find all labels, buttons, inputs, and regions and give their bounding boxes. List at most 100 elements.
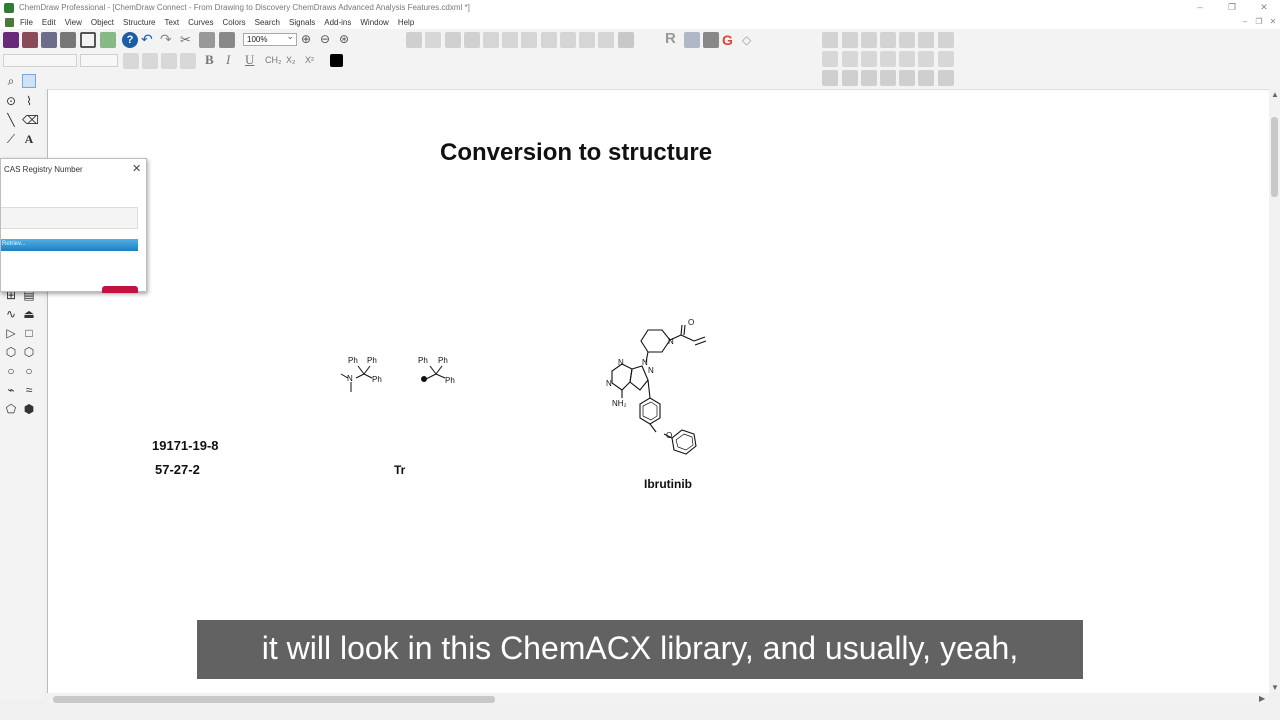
italic-button[interactable]: I bbox=[226, 52, 230, 68]
doc-restore-button[interactable]: ❐ bbox=[1252, 15, 1266, 28]
analysis-icon-7[interactable] bbox=[618, 32, 634, 48]
align-center-icon[interactable] bbox=[142, 53, 158, 69]
menu-help[interactable]: Help bbox=[398, 18, 414, 27]
new-document-icon[interactable] bbox=[3, 32, 19, 48]
close-window-button[interactable]: ✕ bbox=[1248, 0, 1280, 15]
menu-file[interactable]: File bbox=[20, 18, 33, 27]
print-icon[interactable] bbox=[60, 32, 76, 48]
zoom-select[interactable]: 100% bbox=[243, 31, 297, 46]
arrange-icon-7[interactable] bbox=[938, 32, 954, 48]
subscript-button[interactable]: X₂ bbox=[286, 55, 296, 65]
paste-icon[interactable] bbox=[219, 32, 235, 48]
formula-button[interactable]: CH₂ bbox=[265, 55, 282, 65]
r-icon[interactable]: R bbox=[665, 31, 681, 47]
menu-signals[interactable]: Signals bbox=[289, 18, 315, 27]
align-icon-7[interactable] bbox=[938, 51, 954, 67]
edit-icon[interactable] bbox=[80, 32, 96, 48]
stamp-tool-icon[interactable]: ⏏ bbox=[22, 307, 36, 321]
analysis-icon-6[interactable] bbox=[598, 32, 614, 48]
cas-number-1[interactable]: 19171-19-8 bbox=[152, 438, 219, 453]
cyclohexane-tool-icon[interactable]: ○ bbox=[22, 364, 36, 378]
menu-add-ins[interactable]: Add-ins bbox=[324, 18, 351, 27]
justify-icon[interactable] bbox=[180, 53, 196, 69]
cas-number-2[interactable]: 57-27-2 bbox=[155, 462, 200, 477]
redo-icon[interactable]: ↷ bbox=[160, 32, 176, 48]
align-right-icon[interactable] bbox=[161, 53, 177, 69]
arrange-icon-4[interactable] bbox=[880, 32, 896, 48]
save-icon[interactable] bbox=[41, 32, 57, 48]
zoom-out-icon[interactable]: ⊖ bbox=[320, 32, 336, 48]
marquee-icon[interactable] bbox=[22, 74, 36, 88]
align-icon-2[interactable] bbox=[842, 51, 858, 67]
hexagon-tool-icon[interactable]: ⬡ bbox=[4, 345, 18, 359]
menu-view[interactable]: View bbox=[65, 18, 82, 27]
ibrutinib-structure[interactable]: O N N N N N O NH₂ bbox=[604, 314, 716, 470]
underline-button[interactable]: U bbox=[245, 52, 254, 68]
struct-search-icon[interactable] bbox=[425, 32, 441, 48]
google-icon[interactable]: G bbox=[722, 32, 738, 48]
ibrutinib-label[interactable]: Ibrutinib bbox=[644, 477, 692, 491]
chair2-tool-icon[interactable]: ≈ bbox=[22, 383, 36, 397]
arrange-icon-6[interactable] bbox=[918, 32, 934, 48]
pentagon-tool-icon[interactable]: ⬠ bbox=[4, 402, 18, 416]
distribute-icon-2[interactable] bbox=[842, 70, 858, 86]
h-nmr-icon[interactable] bbox=[445, 32, 461, 48]
maximize-button[interactable]: ❐ bbox=[1216, 0, 1248, 15]
cut-icon[interactable]: ✂ bbox=[180, 32, 196, 48]
grid-icon[interactable] bbox=[100, 32, 116, 48]
benzene-tool-icon[interactable]: ⬡ bbox=[22, 345, 36, 359]
analysis-icon-5[interactable] bbox=[579, 32, 595, 48]
document-icon[interactable] bbox=[5, 17, 14, 27]
arrange-icon-5[interactable] bbox=[899, 32, 915, 48]
copy-icon[interactable] bbox=[199, 32, 215, 48]
menu-text[interactable]: Text bbox=[164, 18, 179, 27]
menu-window[interactable]: Window bbox=[360, 18, 388, 27]
distribute-icon-4[interactable] bbox=[880, 70, 896, 86]
analysis-icon-1[interactable] bbox=[502, 32, 518, 48]
menu-object[interactable]: Object bbox=[91, 18, 114, 27]
font-name-select[interactable] bbox=[3, 54, 77, 67]
zoom-fit-icon[interactable]: ⊛ bbox=[339, 32, 355, 48]
distribute-icon-1[interactable] bbox=[822, 70, 838, 86]
horizontal-scroll-thumb[interactable] bbox=[53, 696, 495, 703]
doc-close-button[interactable]: ✕ bbox=[1266, 15, 1280, 28]
zoom-in-icon[interactable]: ⊕ bbox=[301, 32, 317, 48]
horizontal-scrollbar[interactable]: ▶ bbox=[47, 693, 1269, 705]
distribute-icon-6[interactable] bbox=[918, 70, 934, 86]
align-icon-5[interactable] bbox=[899, 51, 915, 67]
menu-curves[interactable]: Curves bbox=[188, 18, 213, 27]
align-left-icon[interactable] bbox=[123, 53, 139, 69]
menu-search[interactable]: Search bbox=[255, 18, 280, 27]
undo-icon[interactable]: ↶ bbox=[141, 32, 157, 48]
vertical-scrollbar[interactable]: ▲ ▼ bbox=[1269, 89, 1280, 693]
align-icon-6[interactable] bbox=[918, 51, 934, 67]
align-icon-4[interactable] bbox=[880, 51, 896, 67]
analysis-icon-3[interactable] bbox=[541, 32, 557, 48]
cyclopentane-tool-icon[interactable]: ○ bbox=[4, 364, 18, 378]
dialog-close-icon[interactable]: ✕ bbox=[132, 162, 141, 175]
help-icon[interactable]: ? bbox=[122, 32, 138, 48]
rotate-icon[interactable]: ⊙ bbox=[4, 94, 18, 108]
play-tool-icon[interactable]: ▷ bbox=[4, 326, 18, 340]
align-icon-1[interactable] bbox=[822, 51, 838, 67]
cube-icon[interactable] bbox=[703, 32, 719, 48]
minimize-button[interactable]: – bbox=[1184, 0, 1216, 15]
analysis-icon-2[interactable] bbox=[521, 32, 537, 48]
bond-icon[interactable]: ╲ bbox=[4, 113, 18, 127]
c-nmr-icon[interactable] bbox=[464, 32, 480, 48]
align-icon-3[interactable] bbox=[861, 51, 877, 67]
distribute-icon-3[interactable] bbox=[861, 70, 877, 86]
text-tool-icon[interactable]: A bbox=[22, 132, 36, 146]
bold-button[interactable]: B bbox=[205, 52, 214, 68]
menu-structure[interactable]: Structure bbox=[123, 18, 155, 27]
scroll-up-arrow-icon[interactable]: ▲ bbox=[1271, 90, 1279, 99]
font-size-select[interactable] bbox=[80, 54, 118, 67]
menu-edit[interactable]: Edit bbox=[42, 18, 56, 27]
superscript-button[interactable]: X² bbox=[305, 55, 314, 65]
trityl-label[interactable]: Tr bbox=[394, 463, 405, 477]
lasso-icon[interactable]: ⌕ bbox=[4, 74, 18, 88]
eraser-icon[interactable]: ⌫ bbox=[22, 113, 39, 127]
ring-tool-icon[interactable]: ⬢ bbox=[22, 402, 36, 416]
table-icon[interactable] bbox=[483, 32, 499, 48]
cancel-button[interactable] bbox=[102, 286, 138, 293]
